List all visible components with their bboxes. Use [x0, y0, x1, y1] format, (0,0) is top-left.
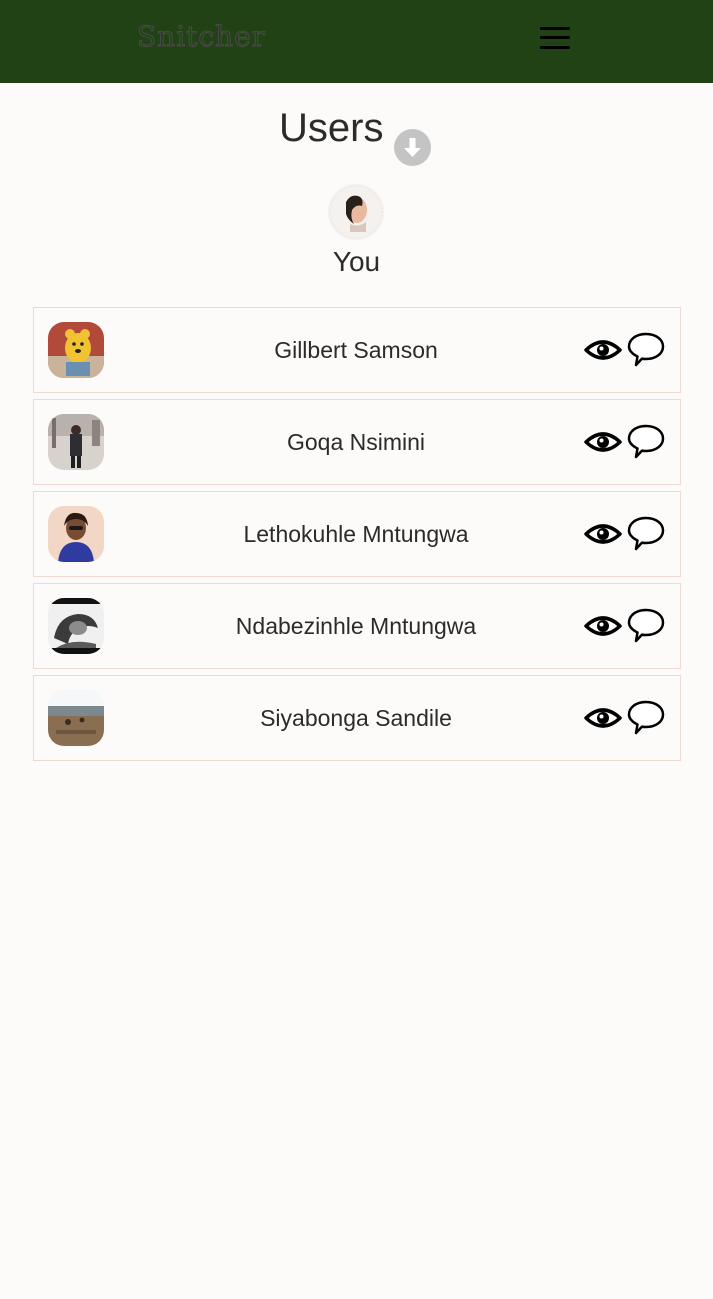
user-card: Lethokuhle Mntungwa — [33, 491, 681, 577]
message-user-button[interactable] — [627, 606, 665, 644]
user-card: Ndabezinhle Mntungwa — [33, 583, 681, 669]
download-button[interactable] — [394, 129, 431, 166]
user-name[interactable]: Siyabonga Sandile — [34, 704, 678, 732]
user-list: Gillbert Samson Goqa Nsimini Lethokuhle … — [33, 307, 681, 767]
user-name[interactable]: Gillbert Samson — [34, 336, 678, 364]
message-user-button[interactable] — [627, 330, 665, 368]
view-user-button[interactable] — [584, 698, 622, 736]
eye-icon — [584, 524, 622, 544]
menu-line — [540, 36, 570, 39]
eye-icon — [584, 708, 622, 728]
speech-bubble-icon — [627, 516, 665, 551]
message-user-button[interactable] — [627, 698, 665, 736]
self-avatar[interactable] — [328, 184, 384, 240]
menu-line — [540, 27, 570, 30]
user-name[interactable]: Goqa Nsimini — [34, 428, 678, 456]
top-navbar: Snitcher — [0, 0, 713, 83]
user-name[interactable]: Lethokuhle Mntungwa — [34, 520, 678, 548]
user-card: Siyabonga Sandile — [33, 675, 681, 761]
hamburger-menu-icon[interactable] — [538, 25, 572, 53]
brand-logo[interactable]: Snitcher — [136, 20, 266, 54]
user-card: Gillbert Samson — [33, 307, 681, 393]
eye-icon — [584, 340, 622, 360]
user-card: Goqa Nsimini — [33, 399, 681, 485]
message-user-button[interactable] — [627, 514, 665, 552]
self-avatar-image — [328, 184, 384, 240]
page-title: Users — [279, 106, 384, 150]
download-circle-icon — [404, 138, 421, 157]
eye-icon — [584, 432, 622, 452]
view-user-button[interactable] — [584, 330, 622, 368]
self-label: You — [332, 246, 381, 277]
menu-line — [540, 46, 570, 49]
user-name[interactable]: Ndabezinhle Mntungwa — [34, 612, 678, 640]
view-user-button[interactable] — [584, 422, 622, 460]
eye-icon — [584, 616, 622, 636]
view-user-button[interactable] — [584, 514, 622, 552]
speech-bubble-icon — [627, 700, 665, 735]
speech-bubble-icon — [627, 332, 665, 367]
speech-bubble-icon — [627, 608, 665, 643]
view-user-button[interactable] — [584, 606, 622, 644]
message-user-button[interactable] — [627, 422, 665, 460]
speech-bubble-icon — [627, 424, 665, 459]
